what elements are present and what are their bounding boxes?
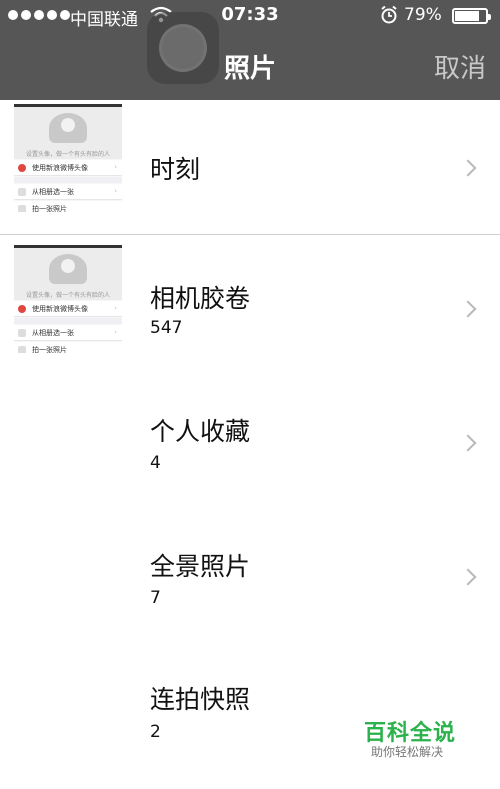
album-icon (18, 329, 26, 337)
album-row-favorites[interactable]: 个人收藏 4 (0, 369, 500, 503)
album-label: 全景照片 (150, 552, 251, 581)
cancel-button[interactable]: 取消 (434, 48, 486, 85)
weibo-icon (18, 305, 26, 313)
album-row-panoramas[interactable]: 全景照片 7 (0, 503, 500, 637)
album-label: 个人收藏 (150, 417, 251, 446)
album-row-bursts[interactable]: 连拍快照 2 (0, 637, 500, 789)
avatar-placeholder-icon (49, 113, 87, 143)
camera-icon (18, 205, 26, 212)
alarm-icon (380, 5, 398, 30)
album-label: 时刻 (150, 155, 201, 184)
chevron-right-icon (459, 300, 477, 318)
chevron-right-icon (459, 568, 477, 586)
album-thumbnail: 设置头像，做一个有头有脸的人 使用新浪微博头像 › 从相册选一张 › 拍一张照片 (14, 245, 122, 353)
navigation-bar: 中国联通 07:33 79% 照片 取消 (0, 0, 500, 100)
album-thumbnail: 设置头像，做一个有头有脸的人 使用新浪微博头像 › 从相册选一张 › 拍一张照片 (14, 104, 122, 212)
battery-icon (452, 8, 491, 24)
watermark-subtitle: 助你轻松解决 (371, 745, 444, 759)
avatar-placeholder-icon (49, 254, 87, 284)
page-title: 照片 (223, 54, 276, 84)
battery-percentage: 79% (404, 5, 442, 25)
chevron-right-icon (459, 434, 477, 452)
album-icon (18, 188, 26, 196)
album-label: 连拍快照 (150, 685, 251, 714)
album-count: 2 (150, 722, 161, 742)
weibo-icon (18, 164, 26, 172)
chevron-right-icon (459, 159, 477, 177)
album-count: 547 (150, 318, 183, 338)
album-count: 7 (150, 588, 161, 608)
album-count: 4 (150, 453, 161, 473)
album-row-moments[interactable]: 设置头像，做一个有头有脸的人 使用新浪微博头像 › 从相册选一张 › 拍一张照片 时… (0, 100, 500, 234)
album-row-camera-roll[interactable]: 设置头像，做一个有头有脸的人 使用新浪微博头像 › 从相册选一张 › 拍一张照片 相… (0, 235, 500, 369)
camera-icon (18, 346, 26, 353)
album-label: 相机胶卷 (150, 284, 251, 313)
status-bar: 中国联通 07:33 79% (0, 0, 500, 32)
